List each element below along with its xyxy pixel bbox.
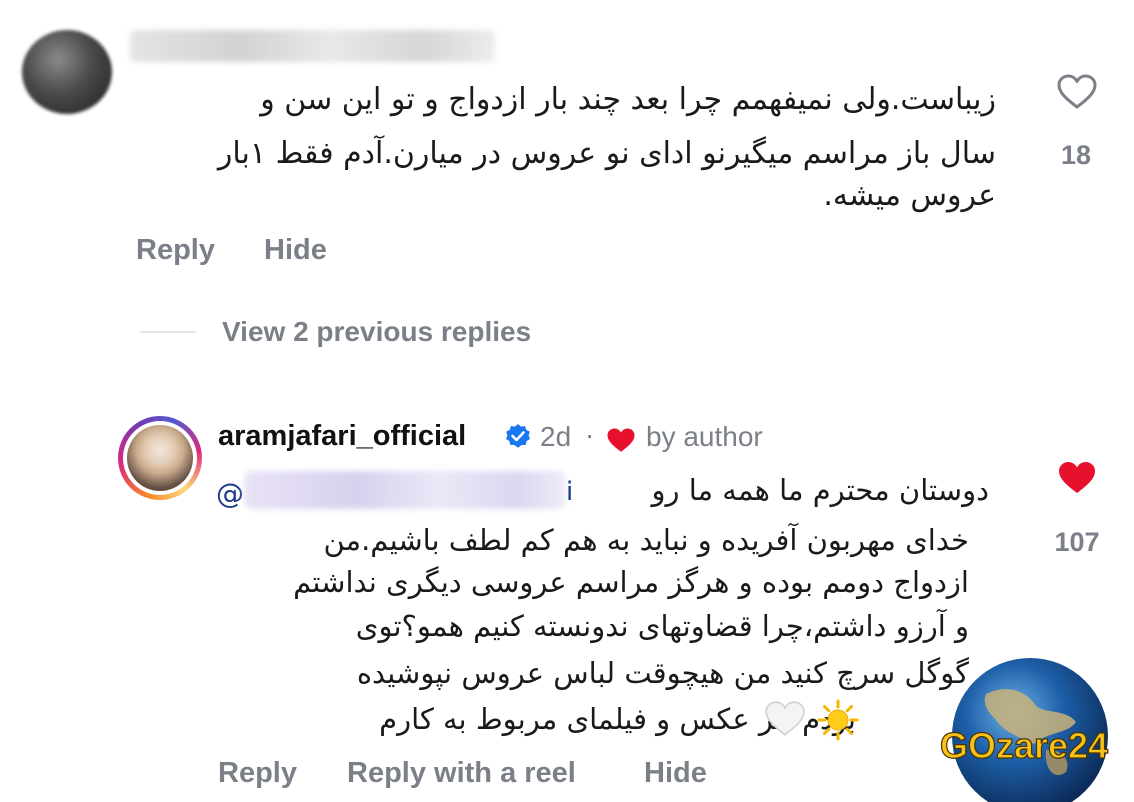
liked-by-author-label: by author bbox=[646, 421, 763, 452]
reply-text-line: دوستان محترم ما همه ما رو bbox=[651, 473, 989, 507]
hide-button[interactable]: Hide bbox=[644, 757, 707, 790]
reply-with-reel-button[interactable]: Reply with a reel bbox=[347, 757, 576, 790]
mention-username-redacted[interactable] bbox=[244, 471, 566, 509]
white-heart-emoji-icon bbox=[764, 700, 806, 742]
verified-badge-icon bbox=[505, 423, 531, 453]
view-previous-replies-button[interactable]: View 2 previous replies bbox=[222, 316, 531, 348]
hide-button[interactable]: Hide bbox=[264, 234, 327, 267]
watermark-text: GOzare24 bbox=[940, 725, 1108, 766]
commenter-username-redacted[interactable] bbox=[130, 30, 495, 62]
comment-timestamp: 2d bbox=[540, 421, 572, 452]
reply-text-line: و آرزو داشتم،چرا قضاوتهای ندونسته کنیم ه… bbox=[355, 609, 969, 643]
reply-text-line: گوگل سرچ کنید من هیچوقت لباس عروس نپوشید… bbox=[356, 656, 969, 690]
comment-text-line: سال باز مراسم میگیرنو ادای نو عروس در می… bbox=[217, 136, 996, 171]
heart-filled-icon bbox=[1059, 462, 1095, 493]
liked-by-author-heart-icon bbox=[606, 427, 636, 458]
reply-button[interactable]: Reply bbox=[218, 757, 297, 790]
mention-edge: i bbox=[566, 477, 574, 507]
meta-separator: · bbox=[585, 419, 595, 450]
replies-divider bbox=[140, 331, 196, 333]
sun-emoji-icon bbox=[816, 698, 860, 746]
author-username[interactable]: aramjafari_official bbox=[218, 420, 466, 453]
reply-text-line: خدای مهربون آفریده و نباید به هم کم لطف … bbox=[323, 523, 969, 557]
author-avatar[interactable] bbox=[118, 416, 202, 500]
like-button[interactable] bbox=[1057, 74, 1097, 114]
heart-outline-icon bbox=[1057, 74, 1097, 109]
author-profile-photo bbox=[127, 425, 193, 491]
like-count: 107 bbox=[1054, 527, 1100, 557]
mention-at-sign[interactable]: @ bbox=[216, 477, 244, 510]
reply-text-line: ازدواج دومم بوده و هرگز مراسم عروسی دیگر… bbox=[293, 565, 969, 599]
reply-button[interactable]: Reply bbox=[136, 234, 215, 267]
like-count: 18 bbox=[1060, 140, 1092, 170]
commenter-avatar[interactable] bbox=[22, 30, 112, 114]
site-watermark-logo: GOzare24 bbox=[926, 654, 1126, 802]
comment-text-line: عروس میشه. bbox=[823, 178, 996, 213]
like-button-liked[interactable] bbox=[1057, 460, 1097, 500]
comment-text-line: زیباست.ولی نمیفهمم چرا بعد چند بار ازدوا… bbox=[260, 82, 996, 117]
